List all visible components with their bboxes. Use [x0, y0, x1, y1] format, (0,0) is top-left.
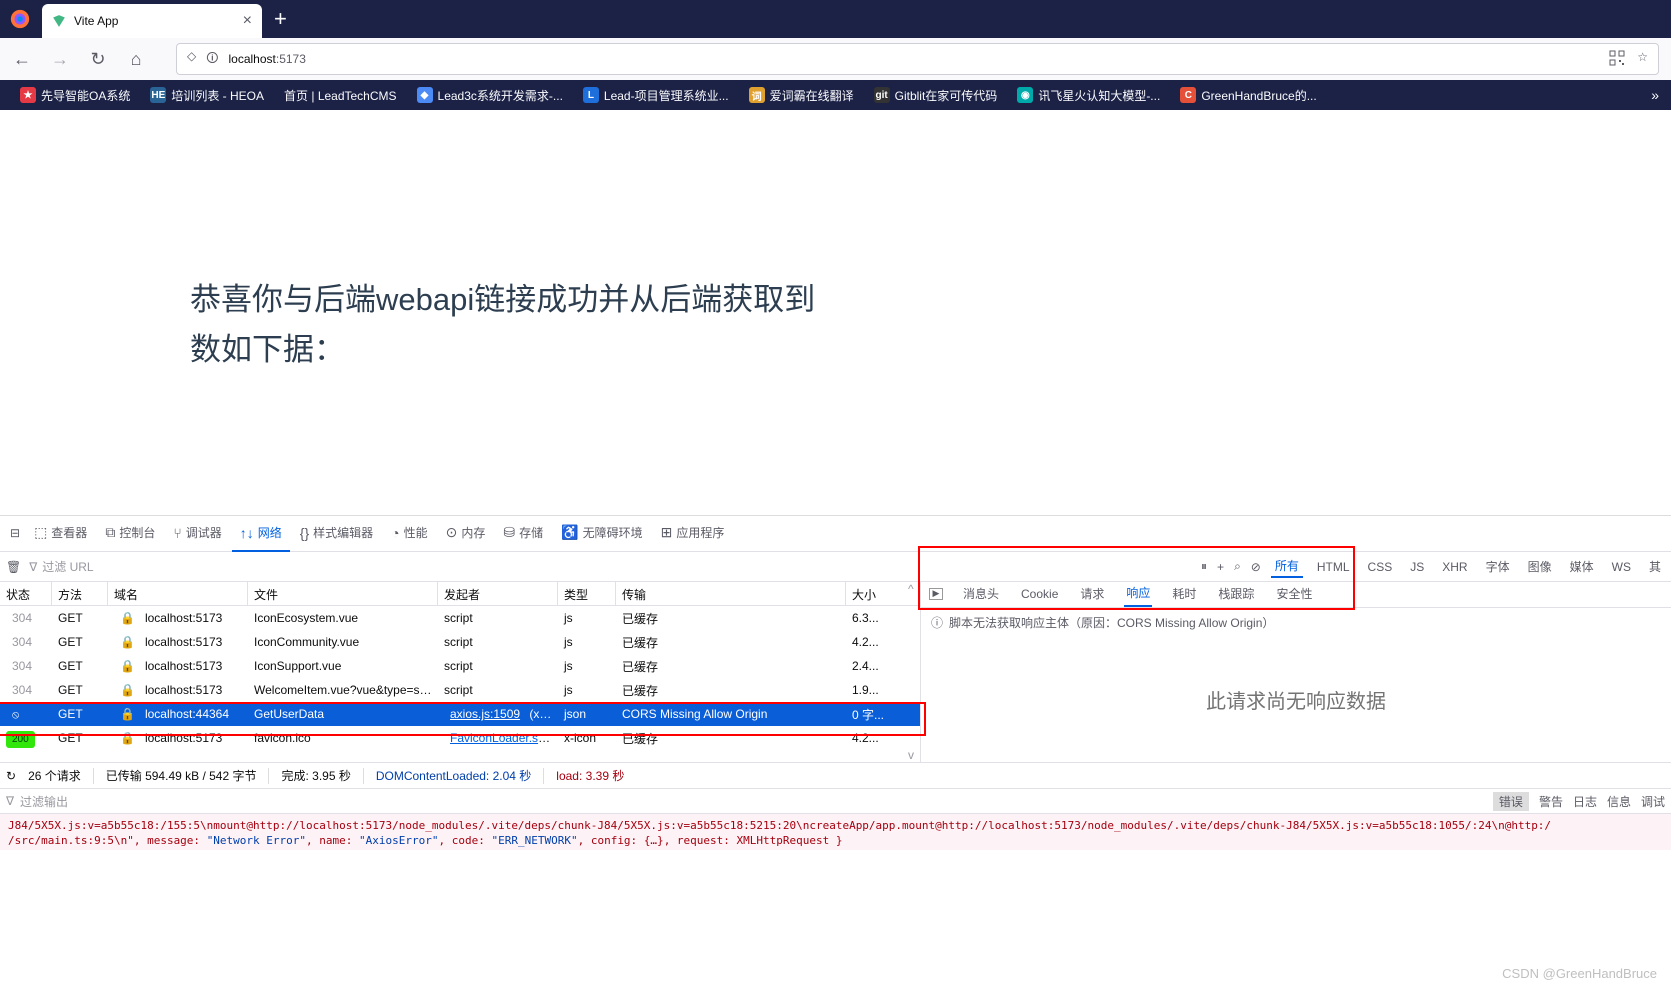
filter-type[interactable]: 其	[1645, 556, 1665, 577]
network-table-header: 状态 方法 域名 文件 发起者 类型 传输 大小	[0, 582, 920, 606]
devtools-tab[interactable]: {}样式编辑器	[292, 516, 381, 552]
browser-tab[interactable]: Vite App ×	[42, 4, 262, 38]
bookmarks-overflow[interactable]: »	[1651, 87, 1659, 103]
forward-icon[interactable]: →	[50, 49, 70, 69]
bookmark-item[interactable]: CGreenHandBruce的...	[1172, 84, 1324, 107]
network-row[interactable]: 304GET🔒localhost:5173WelcomeItem.vue?vue…	[0, 678, 920, 702]
devtools-tab[interactable]: ◔性能	[383, 516, 435, 552]
panel-toggle-icon[interactable]: ▶	[929, 588, 943, 600]
devtools: ⊟ ⬚查看器⧉控制台⑂调试器↑↓网络{}样式编辑器◔性能⊙内存⛁存储♿无障碍环境…	[0, 515, 1671, 985]
search-icon[interactable]: ⌕	[1234, 559, 1241, 574]
response-panel: ▶ 消息头 Cookie 请求响应耗时栈跟踪安全性 ⓘ 脚本无法获取响应主体（原因：…	[921, 582, 1671, 762]
devtools-tab[interactable]: ↑↓网络	[232, 516, 290, 552]
network-row[interactable]: 304GET🔒localhost:5173IconCommunity.vuesc…	[0, 630, 920, 654]
response-body: 此请求尚无响应数据	[921, 637, 1671, 762]
funnel-icon: ∇	[29, 560, 37, 574]
network-footer: ↻ 26 个请求 已传输 594.49 kB / 542 字节 完成: 3.95…	[0, 762, 1671, 788]
devtools-tab[interactable]: ⛁存储	[495, 516, 551, 552]
bookmark-item[interactable]: HE培训列表 - HEOA	[142, 84, 272, 107]
info-icon: ⓘ	[931, 614, 943, 631]
page-heading: 恭喜你与后端webapi链接成功并从后端获取到数如下据：	[190, 275, 1671, 374]
reload-icon[interactable]: ↻	[88, 49, 108, 69]
block-icon[interactable]: ⊘	[1251, 560, 1261, 574]
response-tab[interactable]: 请求	[1078, 581, 1106, 606]
network-row[interactable]: 304GET🔒localhost:5173IconEcosystem.vuesc…	[0, 606, 920, 630]
network-row[interactable]: ⦸GET🔒localhost:44364GetUserDataaxios.js:…	[0, 702, 920, 726]
home-icon[interactable]: ⌂	[126, 49, 146, 69]
response-notice: ⓘ 脚本无法获取响应主体（原因：CORS Missing Allow Origi…	[921, 608, 1671, 637]
response-tab[interactable]: 安全性	[1274, 581, 1314, 606]
url-bar[interactable]: ◇ 🛈 localhost:5173 ☆	[176, 43, 1659, 75]
console-category[interactable]: 错误	[1493, 792, 1529, 811]
devtools-close[interactable]: ⊟	[6, 516, 24, 552]
devtools-tabs: ⊟ ⬚查看器⧉控制台⑂调试器↑↓网络{}样式编辑器◔性能⊙内存⛁存储♿无障碍环境…	[0, 516, 1671, 552]
refresh-icon[interactable]: ↻	[6, 769, 16, 783]
console-output: J84/5X5X.js:v=a5b55c18:/155:5\nmount@htt…	[0, 814, 1671, 850]
filter-type[interactable]: 图像	[1524, 556, 1556, 577]
network-table: 状态 方法 域名 文件 发起者 类型 传输 大小 304GET🔒localhos…	[0, 582, 921, 762]
filter-type[interactable]: 所有	[1271, 555, 1303, 578]
filter-type[interactable]: 字体	[1482, 556, 1514, 577]
funnel-icon[interactable]: ∇	[6, 794, 14, 808]
response-tab[interactable]: 耗时	[1170, 581, 1198, 606]
console-category[interactable]: 警告	[1539, 793, 1563, 810]
bookmark-item[interactable]: LLead-项目管理系统业...	[575, 84, 737, 107]
pause-icon[interactable]: ⏸	[1201, 559, 1207, 574]
filter-type[interactable]: XHR	[1438, 558, 1471, 576]
filter-type[interactable]: HTML	[1313, 558, 1354, 576]
devtools-tab[interactable]: ⊞应用程序	[653, 516, 733, 552]
tab-title: Vite App	[74, 14, 235, 28]
devtools-tab[interactable]: ⧉控制台	[97, 516, 163, 552]
network-row[interactable]: 200GET🔒localhost:5173favicon.icoFaviconL…	[0, 726, 920, 750]
response-tab[interactable]: 响应	[1124, 580, 1152, 607]
close-icon[interactable]: ×	[243, 12, 252, 30]
console-category[interactable]: 信息	[1607, 793, 1631, 810]
bookmark-icon[interactable]: ☆	[1637, 50, 1648, 69]
console-category[interactable]: 日志	[1573, 793, 1597, 810]
add-icon[interactable]: +	[1217, 560, 1224, 574]
new-tab-button[interactable]: +	[274, 6, 287, 32]
bookmark-item[interactable]: 首页 | LeadTechCMS	[276, 84, 405, 107]
lock-icon[interactable]: 🛈	[206, 49, 218, 70]
titlebar: Vite App × +	[0, 0, 1671, 38]
shield-icon[interactable]: ◇	[187, 49, 196, 70]
url-text: localhost:5173	[228, 52, 1599, 66]
network-filter-bar: 🗑 ∇ 过滤 URL ⏸ + ⌕ ⊘ 所有 HTML CSS JS XHR 字体图像媒体 W…	[0, 552, 1671, 582]
bookmarks-bar: ★先导智能OA系统HE培训列表 - HEOA首页 | LeadTechCMS◆L…	[0, 80, 1671, 110]
response-tab[interactable]: 栈跟踪	[1216, 581, 1256, 606]
vite-icon	[52, 14, 66, 28]
console-filter: ∇过滤输出 错误警告日志信息调试	[0, 788, 1671, 814]
response-tabs: ▶ 消息头 Cookie 请求响应耗时栈跟踪安全性	[921, 580, 1671, 608]
url-filter-input[interactable]: ∇ 过滤 URL	[29, 558, 93, 575]
page-content: 恭喜你与后端webapi链接成功并从后端获取到数如下据：	[0, 110, 1671, 515]
devtools-tab[interactable]: ♿无障碍环境	[553, 516, 650, 552]
bookmark-item[interactable]: ◉讯飞星火认知大模型-...	[1009, 84, 1168, 107]
devtools-tab[interactable]: ⑂调试器	[165, 516, 229, 552]
response-tab[interactable]: Cookie	[1019, 583, 1060, 605]
bookmark-item[interactable]: ★先导智能OA系统	[12, 84, 138, 107]
toolbar: ← → ↻ ⌂ ◇ 🛈 localhost:5173 ☆	[0, 38, 1671, 80]
response-tab[interactable]: 消息头	[961, 581, 1001, 606]
devtools-tab[interactable]: ⬚查看器	[26, 516, 95, 552]
bookmark-item[interactable]: 词爱词霸在线翻译	[741, 84, 862, 107]
bookmark-item[interactable]: ◆Lead3c系统开发需求-...	[409, 84, 571, 107]
firefox-logo	[8, 7, 32, 31]
back-icon[interactable]: ←	[12, 49, 32, 69]
filter-type[interactable]: JS	[1406, 558, 1428, 576]
bookmark-item[interactable]: gitGitblit在家可传代码	[866, 84, 1006, 107]
qr-icon[interactable]	[1609, 50, 1625, 69]
watermark: CSDN @GreenHandBruce	[1502, 966, 1657, 981]
devtools-tab[interactable]: ⊙内存	[438, 516, 494, 552]
trash-icon[interactable]: 🗑	[6, 560, 21, 574]
filter-type[interactable]: 媒体	[1566, 556, 1598, 577]
console-category[interactable]: 调试	[1641, 793, 1665, 810]
filter-type[interactable]: WS	[1608, 558, 1635, 576]
network-row[interactable]: 304GET🔒localhost:5173IconSupport.vuescri…	[0, 654, 920, 678]
filter-type[interactable]: CSS	[1364, 558, 1397, 576]
